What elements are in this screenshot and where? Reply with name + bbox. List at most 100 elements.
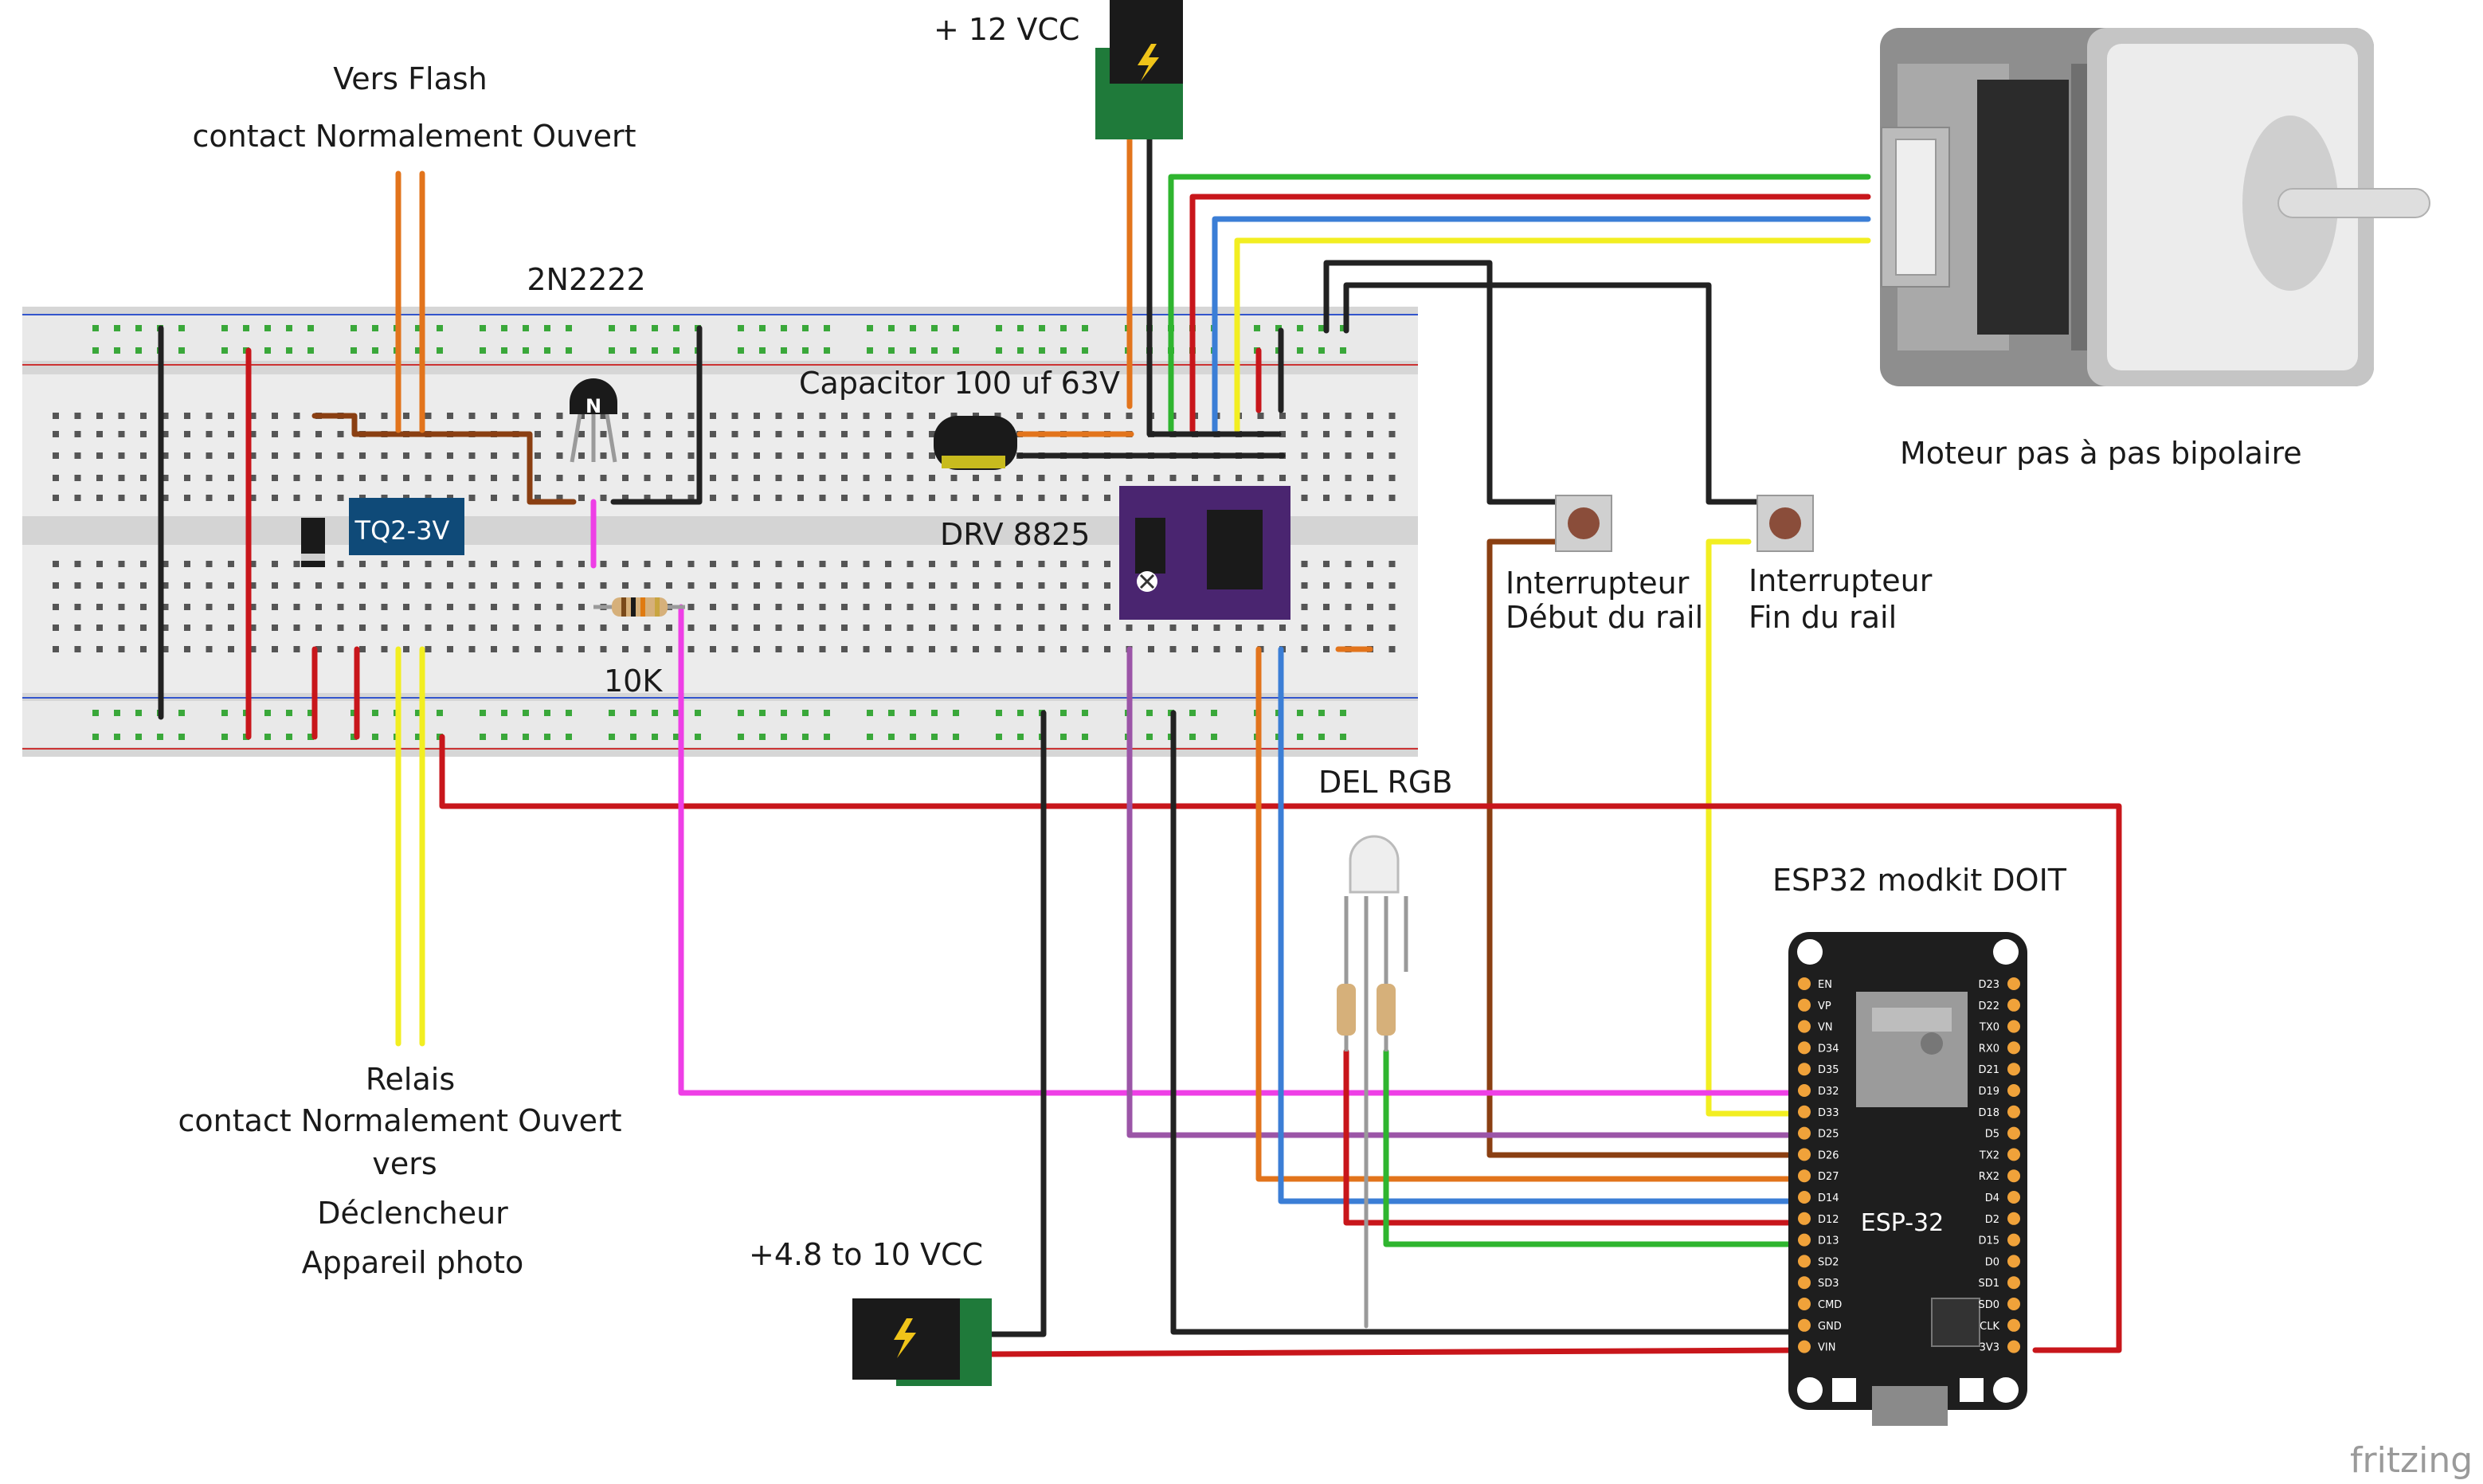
breadboard-hole	[797, 646, 804, 652]
breadboard-hole	[96, 475, 103, 481]
breadboard-hole	[293, 475, 300, 481]
breadboard-hole	[1016, 413, 1023, 419]
esp32-pin-label: SD0	[1978, 1299, 1999, 1311]
breadboard-hole	[403, 475, 409, 481]
breadboard-hole	[973, 475, 979, 481]
breadboard-hole	[1367, 625, 1373, 631]
breadboard-hole	[1213, 646, 1220, 652]
breadboard-hole	[710, 452, 716, 459]
breadboard-hole	[841, 646, 848, 652]
breadboard-hole	[907, 413, 914, 419]
esp32-pin-right	[2007, 1318, 2020, 1332]
breadboard-hole	[754, 495, 760, 501]
esp32-pin-right	[2007, 1276, 2020, 1290]
breadboard-hole	[468, 582, 476, 589]
breadboard-hole	[53, 582, 59, 589]
breadboard-hole	[118, 582, 125, 589]
esp32-pin-label: VIN	[1818, 1342, 1835, 1354]
breadboard-hole	[1148, 475, 1154, 481]
breadboard-hole	[710, 582, 716, 589]
breadboard-hole	[556, 646, 563, 652]
esp32-pin-left	[1798, 1298, 1811, 1310]
rail-hole	[135, 734, 142, 740]
breadboard-hole	[687, 475, 695, 481]
esp32-pin-left	[1798, 1233, 1811, 1247]
breadboard-hole	[1345, 604, 1352, 610]
breadboard-hole	[1388, 452, 1396, 459]
rail-hole	[501, 347, 507, 354]
breadboard-hole	[1016, 475, 1023, 481]
breadboard-hole	[535, 452, 541, 459]
breadboard-hole	[206, 452, 213, 459]
breadboard-hole	[644, 561, 651, 567]
breadboard-hole	[1301, 452, 1308, 459]
breadboard-hole	[206, 582, 213, 589]
esp32-pin-right	[2007, 1169, 2020, 1183]
breadboard-hole	[710, 625, 716, 631]
rail-hole	[480, 325, 486, 331]
breadboard-hole	[337, 431, 344, 437]
breadboard-hole	[96, 604, 103, 610]
breadboard-hole	[687, 582, 695, 589]
breadboard-hole	[403, 604, 409, 610]
breadboard-hole	[381, 561, 388, 567]
breadboard-hole	[775, 495, 782, 501]
breadboard-hole	[272, 475, 278, 481]
rail-hole	[135, 347, 142, 354]
breadboard-hole	[731, 582, 738, 589]
breadboard-hole	[228, 413, 234, 419]
breadboard-hole	[841, 582, 848, 589]
breadboard-hole	[863, 495, 870, 501]
rail-hole	[931, 710, 938, 716]
label-esp-title: ESP32 modkit DOIT	[1772, 863, 2067, 898]
rail-hole	[1297, 710, 1303, 716]
rail-hole	[523, 710, 529, 716]
breadboard-hole	[53, 452, 59, 459]
breadboard-hole	[272, 646, 278, 652]
breadboard-hole	[272, 495, 278, 501]
rail-hole	[566, 347, 572, 354]
rail-hole	[286, 325, 292, 331]
breadboard-hole	[1367, 582, 1373, 589]
rail-hole	[1189, 710, 1196, 716]
breadboard-hole	[929, 582, 935, 589]
breadboard-hole	[293, 604, 300, 610]
breadboard-hole	[687, 561, 695, 567]
rail-hole	[221, 325, 228, 331]
rail-hole	[1297, 734, 1303, 740]
breadboard-hole	[578, 604, 585, 610]
breadboard-hole	[950, 475, 958, 481]
breadboard-hole	[775, 604, 782, 610]
breadboard-hole	[950, 604, 958, 610]
rail-hole	[953, 347, 959, 354]
rail-hole	[523, 734, 529, 740]
breadboard-hole	[53, 625, 59, 631]
breadboard-hole	[863, 646, 870, 652]
breadboard-hole	[1016, 646, 1023, 652]
breadboard-hole	[1016, 604, 1023, 610]
breadboard-hole	[841, 495, 848, 501]
rail-hole	[1211, 734, 1217, 740]
breadboard-hole	[228, 561, 234, 567]
rail-hole	[824, 710, 830, 716]
breadboard-hole	[973, 561, 979, 567]
rail-hole	[609, 710, 615, 716]
esp32-pin-label: D34	[1818, 1043, 1839, 1055]
esp32-pin-right	[2007, 1126, 2020, 1140]
rail-hole	[114, 710, 120, 716]
breadboard-hole	[731, 646, 738, 652]
esp32-pin-right	[2007, 1148, 2020, 1161]
rail-hole	[738, 734, 744, 740]
breadboard-hole	[228, 646, 234, 652]
breadboard-hole	[644, 452, 651, 459]
breadboard-hole	[1388, 646, 1396, 652]
breadboard-hole	[556, 475, 563, 481]
rail-hole	[867, 325, 873, 331]
breadboard-hole	[381, 625, 388, 631]
breadboard-hole	[140, 646, 147, 652]
breadboard-hole	[731, 495, 738, 501]
label-flash-contact: contact Normalement Ouvert	[193, 119, 636, 154]
rail-hole	[372, 347, 378, 354]
rail-hole	[695, 734, 701, 740]
breadboard-hole	[1082, 625, 1089, 631]
